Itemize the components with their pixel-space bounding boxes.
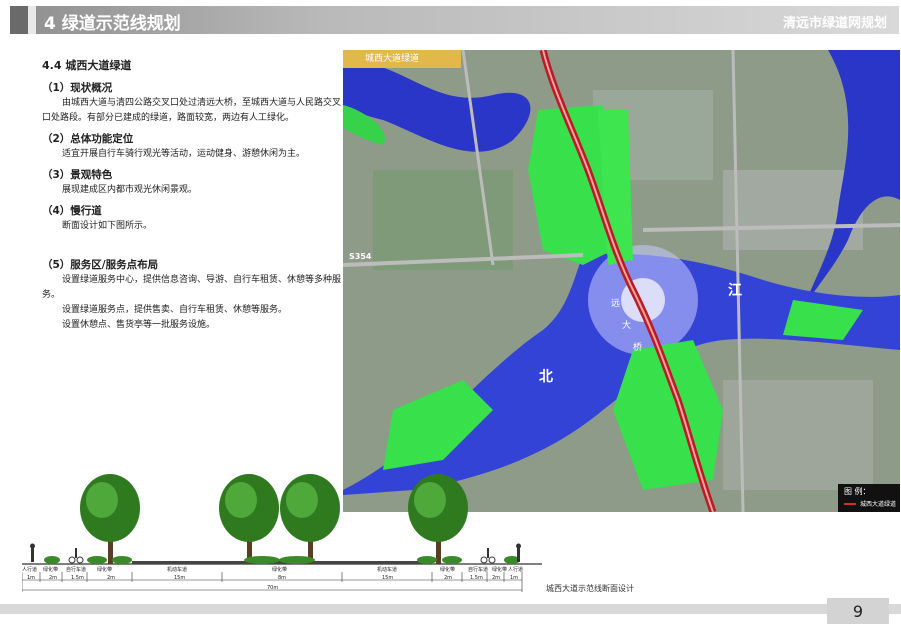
s3-body: 展现建成区内都市观光休闲景观。	[62, 185, 198, 195]
bridge-label-2: 大	[622, 321, 632, 331]
dim-bike-left: 1.5m	[71, 575, 84, 581]
s4-body: 断面设计如下图所示。	[62, 221, 153, 231]
label-carriageway-left: 机动车道	[167, 567, 188, 573]
dim-carriageway-left: 15m	[174, 575, 186, 581]
label-green-4: 绿化带	[492, 567, 508, 573]
dim-green-4: 2m	[492, 575, 501, 581]
dim-green-2: 2m	[107, 575, 116, 581]
dim-total: 70m	[267, 585, 279, 591]
dim-green-3: 2m	[444, 575, 453, 581]
map-legend: 图 例： 城西大道绿道	[838, 484, 900, 512]
legend-title: 图 例：	[844, 487, 871, 496]
map-graphic	[343, 50, 900, 512]
s1-heading: （1）现状概况	[42, 82, 113, 94]
river-label-1: 北	[539, 369, 553, 385]
bridge-label-1: 远	[611, 299, 621, 309]
dim-sidewalk-right: 1m	[510, 575, 519, 581]
page-header: 4 绿道示范线规划 清远市绿道网规划	[10, 6, 899, 34]
label-bike-left: 自行车道	[66, 567, 87, 573]
label-bike-right: 自行车道	[468, 567, 489, 573]
dim-green-1: 2m	[49, 575, 58, 581]
s5-body-3: 设置休憩点、售货亭等一批服务设施。	[62, 320, 216, 330]
legend-item: 城西大道绿道	[860, 501, 897, 508]
s5-heading: （5）服务区/服务点布局	[42, 259, 159, 271]
map-label: 城西大道绿道	[343, 50, 461, 68]
header-square-accent-icon	[28, 6, 36, 34]
s1-body: 由城西大道与清四公路交叉口处过清远大桥，至城西大道与人民路交叉口处路段。有部分已…	[42, 98, 342, 123]
dim-sidewalk-left: 1m	[27, 575, 36, 581]
cross-section-drawing: 人行道 绿化带 自行车道 绿化带 机动车道 绿化带 机动车道 绿化带 自行车道 …	[21, 468, 542, 598]
label-sidewalk-left: 人行道	[22, 567, 38, 573]
section-caption: 城西大道示范线断面设计	[546, 584, 634, 593]
header-square-icon	[10, 6, 28, 34]
river-label-2: 江	[728, 283, 742, 299]
label-carriageway-right: 机动车道	[377, 567, 398, 573]
chapter-title: 4 绿道示范线规划	[44, 14, 181, 34]
greenway-map: 城西大道绿道 S354 北 江 远 大 桥 图 例： 城西大道绿道	[343, 50, 900, 512]
footer-band	[0, 604, 901, 614]
page-number: 9	[852, 602, 864, 621]
road-s354-label: S354	[349, 252, 372, 261]
legend-line-icon	[844, 503, 856, 505]
s2-heading: （2）总体功能定位	[42, 133, 134, 145]
label-green-median: 绿化带	[272, 567, 288, 573]
bridge-label-3: 桥	[633, 343, 643, 353]
label-green-3: 绿化带	[440, 567, 456, 573]
label-green-1: 绿化带	[43, 567, 59, 573]
dim-carriageway-right: 15m	[382, 575, 394, 581]
s4-heading: （4）慢行道	[42, 205, 102, 217]
s5-body-2: 设置绿道服务点，提供售卖、自行车租赁、休憩等服务。	[62, 305, 288, 315]
dim-green-median: 8m	[278, 575, 287, 581]
section-title: 4.4 城西大道绿道	[42, 59, 132, 72]
page-number-box: 9	[827, 598, 889, 624]
label-sidewalk-right: 人行道	[508, 567, 524, 573]
dim-bike-right: 1.5m	[470, 575, 483, 581]
label-green-2: 绿化带	[97, 567, 113, 573]
s5-body-1: 设置绿道服务中心，提供信息咨询、导游、自行车租赁、休憩等多种服务。	[42, 275, 342, 300]
s2-body: 适宜开展自行车骑行观光等活动，运动健身、游憩休闲为主。	[62, 149, 306, 159]
report-title: 清远市绿道网规划	[782, 16, 887, 31]
s3-heading: （3）景观特色	[42, 169, 113, 181]
text-column: 4.4 城西大道绿道 （1）现状概况 由城西大道与清四公路交叉口处过清远大桥，至…	[42, 58, 342, 333]
